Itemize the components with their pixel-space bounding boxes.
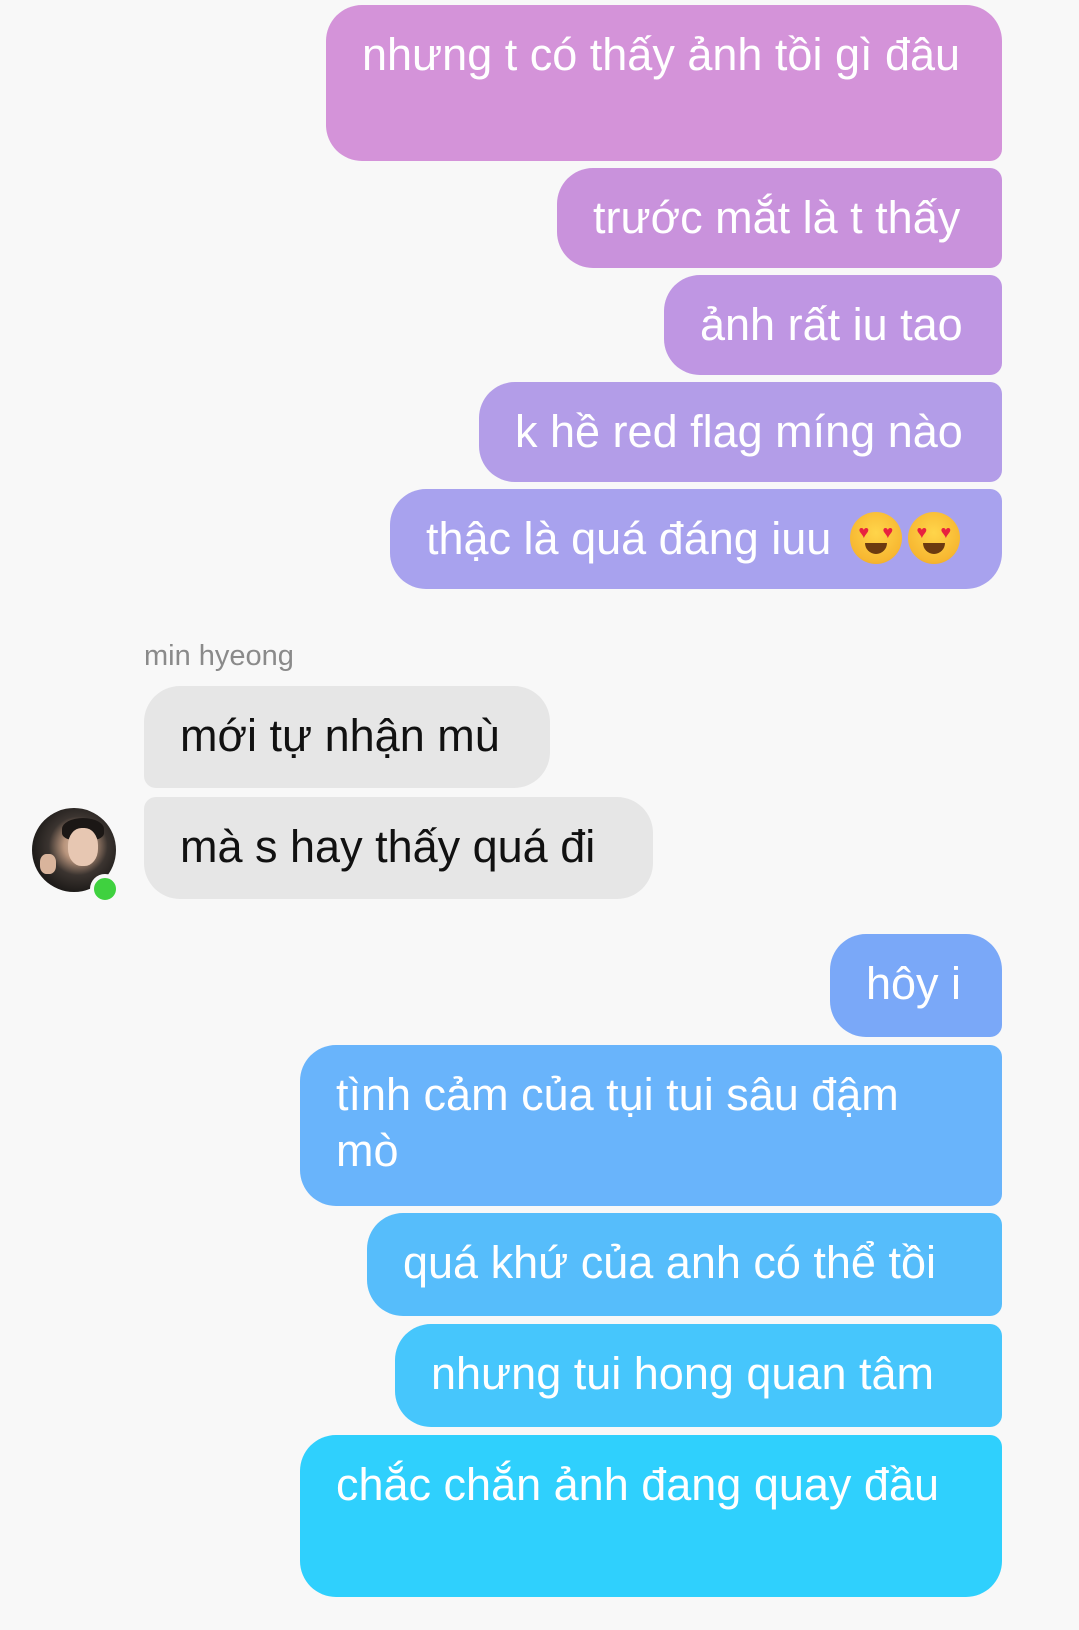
message-text: mà s hay thấy quá đi <box>180 821 596 872</box>
outgoing-message-bubble[interactable]: nhưng t có thấy ảnh tồi gì đâu <box>326 5 1002 161</box>
incoming-message-bubble[interactable]: mới tự nhận mù <box>144 686 550 788</box>
outgoing-message-bubble[interactable]: tình cảm của tụi tui sâu đậm mò <box>300 1045 1002 1206</box>
message-text: tình cảm của tụi tui sâu đậm mò <box>336 1069 899 1176</box>
message-text: quá khứ của anh có thể tồi <box>403 1237 936 1288</box>
chat-thread: nhưng t có thấy ảnh tồi gì đâu trước mắt… <box>0 0 1079 1630</box>
online-status-icon <box>90 874 120 904</box>
outgoing-message-bubble[interactable]: nhưng tui hong quan tâm <box>395 1324 1002 1427</box>
message-text: thậc là quá đáng iuu ♥ ♥ ♥ ♥ <box>426 511 966 567</box>
message-text: chắc chắn ảnh đang quay đầu <box>336 1459 939 1510</box>
message-text: nhưng tui hong quan tâm <box>431 1348 934 1399</box>
outgoing-message-bubble[interactable]: hôy i <box>830 934 1002 1037</box>
message-text: k hề red flag míng nào <box>515 406 963 457</box>
outgoing-message-bubble[interactable]: chắc chắn ảnh đang quay đầu <box>300 1435 1002 1597</box>
message-text: mới tự nhận mù <box>180 710 500 761</box>
sender-name: min hyeong <box>144 640 294 672</box>
message-text: hôy i <box>866 958 962 1009</box>
outgoing-message-bubble[interactable]: trước mắt là t thấy <box>557 168 1002 268</box>
heart-eyes-emoji-icon: ♥ ♥ <box>907 512 960 564</box>
outgoing-message-bubble[interactable]: k hề red flag míng nào <box>479 382 1002 482</box>
outgoing-message-bubble[interactable]: quá khứ của anh có thể tồi <box>367 1213 1002 1316</box>
message-text-body: thậc là quá đáng iuu <box>426 513 832 564</box>
outgoing-message-bubble[interactable]: ảnh rất iu tao <box>664 275 1002 375</box>
heart-eyes-emoji-icon: ♥ ♥ <box>849 512 902 564</box>
message-text: trước mắt là t thấy <box>593 192 961 243</box>
message-text: ảnh rất iu tao <box>700 299 963 350</box>
outgoing-message-bubble[interactable]: thậc là quá đáng iuu ♥ ♥ ♥ ♥ <box>390 489 1002 589</box>
incoming-message-bubble[interactable]: mà s hay thấy quá đi <box>144 797 653 899</box>
message-text: nhưng t có thấy ảnh tồi gì đâu <box>362 29 961 80</box>
